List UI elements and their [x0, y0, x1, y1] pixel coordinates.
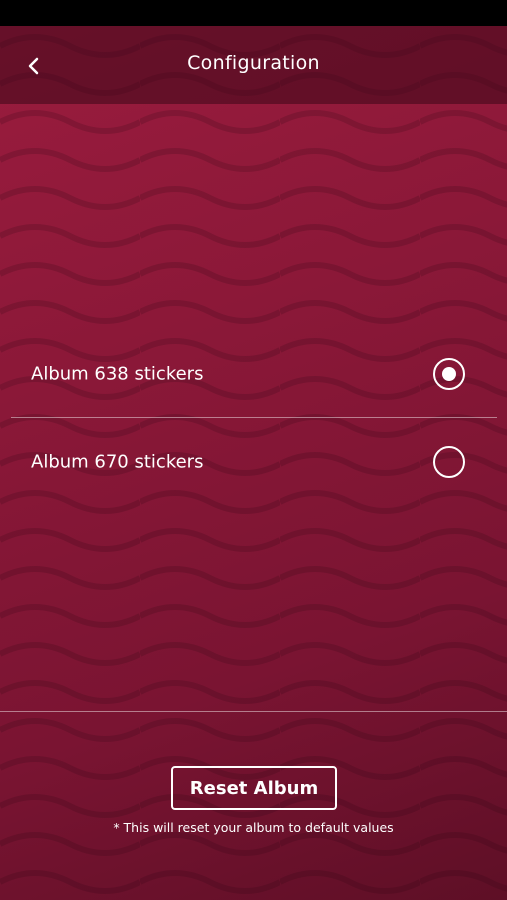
reset-note: * This will reset your album to default … — [113, 820, 394, 835]
reset-album-button[interactable]: Reset Album — [171, 766, 337, 810]
radio-selected-dot — [442, 367, 456, 381]
status-bar — [0, 0, 507, 26]
option-divider — [11, 417, 497, 418]
configuration-screen: Configuration Album 638 stickers Album 6… — [0, 0, 507, 900]
option-label: Album 670 stickers — [31, 451, 204, 473]
radio-button-selected[interactable] — [433, 358, 465, 390]
header-bar: Configuration — [0, 26, 507, 104]
option-label: Album 638 stickers — [31, 363, 204, 385]
option-album-638[interactable]: Album 638 stickers — [0, 331, 507, 417]
radio-button-unselected[interactable] — [433, 446, 465, 478]
section-divider — [0, 711, 507, 712]
page-title: Configuration — [187, 52, 320, 74]
option-album-670[interactable]: Album 670 stickers — [0, 419, 507, 505]
